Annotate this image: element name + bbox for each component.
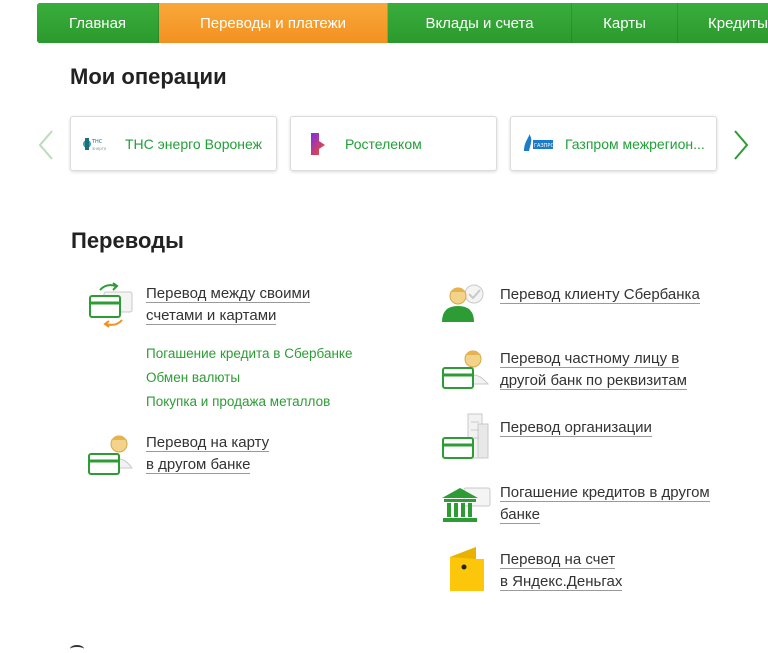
transfer-other-bank-credit[interactable]: Погашение кредитов в другом банке	[440, 482, 760, 530]
operation-card-gazprom[interactable]: ГАЗПРОМ Газпром межрегион...	[510, 116, 717, 171]
sber-client-icon	[442, 284, 484, 322]
transfer-other-bank-credit-text: Погашение кредитов в другом банке	[500, 482, 710, 525]
organization-icon	[442, 413, 489, 459]
svg-text:энерго: энерго	[92, 146, 107, 151]
carousel-next-icon[interactable]	[731, 128, 751, 162]
transfer-sber-client-text: Перевод клиенту Сбербанка	[500, 284, 700, 306]
operation-card-rostelecom[interactable]: Ростелеком	[290, 116, 497, 171]
tab-deposits-accounts[interactable]: Вклады и счета	[388, 3, 572, 43]
gazprom-logo-icon: ГАЗПРОМ	[524, 133, 555, 151]
transfer-yandex-money-line1: Перевод на счет	[500, 551, 616, 569]
transfer-card-other-bank[interactable]: Перевод на карту в другом банке	[86, 430, 386, 478]
carousel-prev-icon[interactable]	[36, 128, 56, 162]
tab-credits[interactable]: Кредиты	[678, 3, 768, 43]
transfer-private-person-line2: другой банк по реквизитам	[500, 371, 687, 390]
transfer-yandex-money[interactable]: Перевод на счет в Яндекс.Деньгах	[440, 545, 760, 595]
svg-text:ГАЗПРОМ: ГАЗПРОМ	[534, 143, 555, 149]
transfer-card-other-bank-text: Перевод на карту в другом банке	[146, 432, 270, 475]
transfer-organization-line1: Перевод организации	[500, 419, 652, 437]
transfer-private-person[interactable]: Перевод частному лицу в другой банк по р…	[440, 346, 760, 394]
private-person-icon	[442, 350, 490, 389]
transfer-other-bank-credit-line2: банке	[500, 505, 540, 524]
transfer-private-person-line1: Перевод частному лицу в	[500, 350, 680, 368]
transfer-card-other-bank-line2: в другом банке	[146, 455, 251, 474]
tab-cards[interactable]: Карты	[572, 3, 678, 43]
transfer-own-accounts-line2: счетами и картами	[146, 306, 277, 325]
transfer-own-accounts[interactable]: Перевод между своими счетами и картами	[86, 282, 386, 330]
link-currency-exchange[interactable]: Обмен валюты	[146, 370, 240, 385]
bank-building-icon	[442, 487, 491, 522]
transfer-own-accounts-text: Перевод между своими счетами и картами	[146, 283, 311, 326]
operation-card-tns[interactable]: ТНС энерго ТНС энерго Воронеж	[70, 116, 277, 171]
transfer-organization-text: Перевод организации	[500, 417, 652, 439]
transfer-sber-client-line1: Перевод клиенту Сбербанка	[500, 286, 700, 304]
tab-transfers-payments[interactable]: Переводы и платежи	[159, 3, 388, 43]
yandex-money-icon	[450, 547, 484, 591]
link-sber-credit-repayment[interactable]: Погашение кредита в Сбербанке	[146, 346, 353, 361]
transfer-organization[interactable]: Перевод организации	[440, 412, 760, 462]
tab-main[interactable]: Главная	[37, 3, 159, 43]
transfer-own-accounts-line1: Перевод между своими	[146, 285, 311, 303]
svg-text:ТНС: ТНС	[91, 139, 103, 145]
operation-card-label: Газпром межрегион...	[565, 135, 705, 152]
operation-card-label: Ростелеком	[345, 135, 422, 152]
next-section-title-partial	[70, 645, 84, 653]
transfer-sber-client[interactable]: Перевод клиенту Сбербанка	[440, 282, 760, 326]
transfers-title: Переводы	[71, 228, 184, 253]
transfer-card-other-bank-line1: Перевод на карту	[146, 434, 270, 452]
transfer-yandex-money-text: Перевод на счет в Яндекс.Деньгах	[500, 549, 623, 592]
top-navigation: Главная Переводы и платежи Вклады и счет…	[37, 3, 768, 43]
link-metals-trading[interactable]: Покупка и продажа металлов	[146, 394, 330, 409]
tns-energo-logo-icon: ТНС энерго	[83, 137, 107, 151]
card-other-bank-icon	[88, 435, 133, 475]
operation-card-label: ТНС энерго Воронеж	[125, 135, 263, 152]
rostelecom-logo-icon	[311, 132, 325, 155]
transfer-other-bank-credit-line1: Погашение кредитов в другом	[500, 484, 710, 502]
transfer-yandex-money-line2: в Яндекс.Деньгах	[500, 572, 623, 591]
own-accounts-transfer-icon	[89, 282, 133, 328]
my-operations-title: Мои операции	[70, 64, 227, 89]
transfer-private-person-text: Перевод частному лицу в другой банк по р…	[500, 348, 687, 391]
